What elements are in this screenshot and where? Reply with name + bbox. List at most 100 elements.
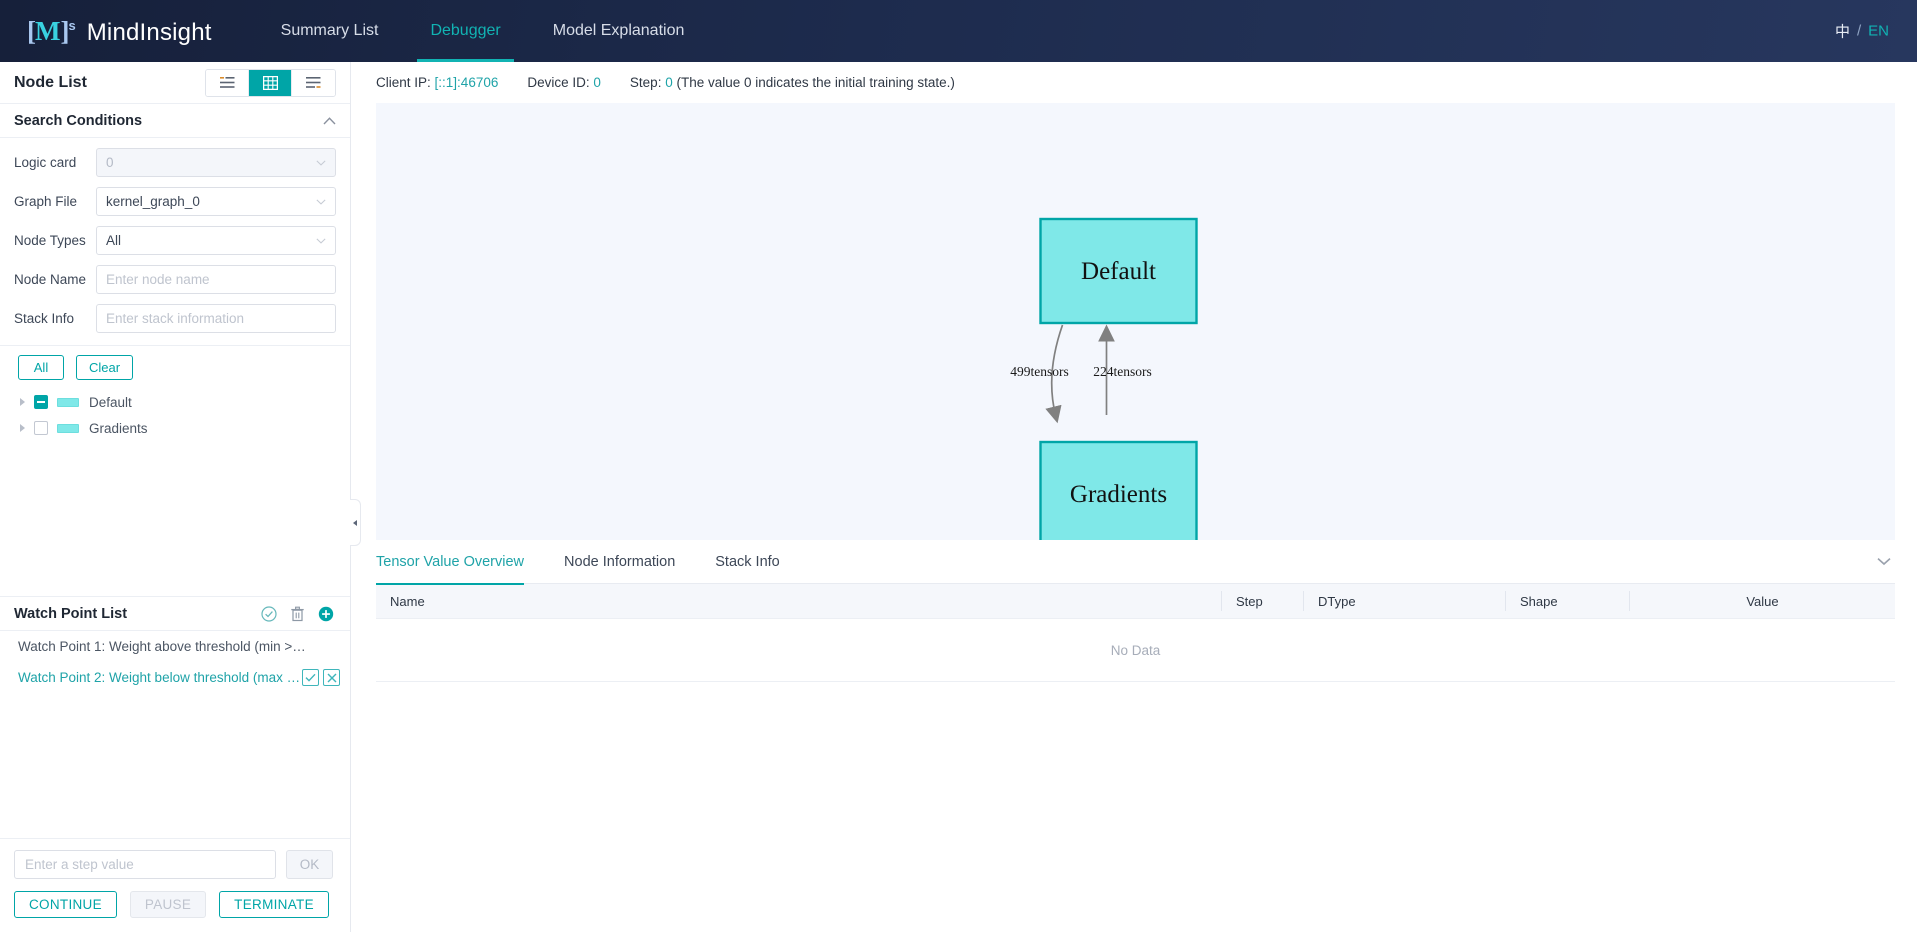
column-header-name[interactable]: Name (376, 591, 1221, 611)
tree-item-label: Gradients (89, 421, 148, 436)
field-row-node-name: Node Name Enter node name (14, 265, 336, 294)
chevron-up-icon[interactable] (323, 117, 336, 125)
graph-node-default-label: Default (1081, 258, 1156, 285)
chevron-down-icon[interactable] (1877, 553, 1891, 571)
tab-stack-info[interactable]: Stack Info (715, 540, 779, 584)
column-header-shape[interactable]: Shape (1505, 591, 1629, 611)
node-name-field[interactable]: Enter node name (96, 265, 336, 294)
field-row-logic-card: Logic card 0 (14, 148, 336, 177)
empty-state-text: No Data (1111, 643, 1161, 658)
watch-point-label: Watch Point 2: Weight below threshold (m… (18, 670, 300, 685)
tree-checkbox-default[interactable] (34, 395, 48, 409)
list-right-icon-button[interactable] (292, 70, 335, 96)
main-panel: Client IP: [::1]:46706 Device ID: 0 Step… (351, 62, 1917, 932)
graph-file-value: kernel_graph_0 (106, 194, 316, 209)
trash-icon[interactable] (290, 606, 305, 622)
language-option-zh[interactable]: 中 (1835, 21, 1850, 42)
clear-button[interactable]: Clear (76, 355, 133, 380)
logic-card-value: 0 (106, 155, 316, 170)
chevron-down-icon (316, 236, 326, 246)
field-label-node-name: Node Name (14, 272, 96, 287)
session-info-bar: Client IP: [::1]:46706 Device ID: 0 Step… (351, 62, 1917, 103)
sidebar-collapse-handle[interactable] (350, 499, 361, 546)
language-separator: / (1857, 23, 1861, 40)
column-header-step[interactable]: Step (1221, 591, 1303, 611)
select-all-button[interactable]: All (18, 355, 64, 380)
watch-point-list-title: Watch Point List (14, 606, 127, 622)
tab-tensor-value-overview[interactable]: Tensor Value Overview (376, 540, 524, 584)
field-label-logic-card: Logic card (14, 155, 96, 170)
column-header-dtype[interactable]: DType (1303, 591, 1505, 611)
nav-tab-debugger[interactable]: Debugger (411, 0, 519, 62)
edge-label-499tensors: 499tensors (1010, 364, 1069, 379)
node-list-header: Node List (0, 62, 350, 104)
pause-button[interactable]: PAUSE (130, 891, 206, 918)
node-types-select[interactable]: All (96, 226, 336, 255)
edge-label-224tensors: 224tensors (1093, 364, 1152, 379)
tensor-table-body: No Data (376, 619, 1895, 682)
nav-tabs: Summary List Debugger Model Explanation (262, 0, 718, 62)
step-value-input[interactable] (14, 850, 276, 879)
left-sidebar: Node List (0, 62, 351, 932)
confirm-watch-point-button[interactable] (302, 669, 319, 686)
debug-control-buttons: CONTINUE PAUSE TERMINATE (14, 891, 336, 918)
list-left-icon (220, 76, 235, 89)
step-note: (The value 0 indicates the initial train… (677, 75, 955, 90)
search-conditions-form: Logic card 0 Graph File kernel_graph_0 (0, 138, 350, 343)
step-value: 0 (665, 75, 673, 90)
list-right-icon (306, 76, 321, 89)
watch-point-item-1[interactable]: Watch Point 1: Weight above threshold (m… (0, 631, 350, 662)
check-circle-icon[interactable] (261, 606, 277, 622)
plus-circle-icon[interactable] (318, 606, 334, 622)
tree-checkbox-gradients[interactable] (34, 421, 48, 435)
watch-point-label: Watch Point 1: Weight above threshold (m… (18, 639, 306, 654)
stack-info-field[interactable]: Enter stack information (96, 304, 336, 333)
app-title: MindInsight (87, 19, 212, 47)
view-mode-toggle-group (205, 69, 336, 97)
field-row-graph-file: Graph File kernel_graph_0 (14, 187, 336, 216)
nav-tab-model-explanation[interactable]: Model Explanation (534, 0, 704, 62)
search-conditions-header[interactable]: Search Conditions (0, 104, 350, 138)
page-body: Node List (0, 62, 1917, 932)
watch-point-list: Watch Point 1: Weight above threshold (m… (0, 631, 350, 838)
close-icon (327, 673, 337, 683)
step-info: Step: 0 (The value 0 indicates the initi… (630, 75, 955, 90)
logo-bracket-close: ] (60, 16, 68, 47)
node-color-chip (57, 398, 79, 407)
search-conditions-title: Search Conditions (14, 113, 142, 129)
column-header-value[interactable]: Value (1629, 591, 1895, 611)
graph-node-gradients-label: Gradients (1070, 481, 1167, 508)
tree-item-gradients[interactable]: Gradients (20, 415, 350, 441)
nav-tab-summary-list[interactable]: Summary List (262, 0, 398, 62)
detail-tab-bar: Tensor Value Overview Node Information S… (376, 540, 1895, 584)
client-ip-value: [::1]:46706 (435, 75, 499, 90)
triangle-right-icon[interactable] (20, 398, 25, 406)
ok-button[interactable]: OK (286, 850, 333, 879)
app-logo[interactable]: [ M ] s MindInsight (27, 16, 212, 47)
tab-node-information[interactable]: Node Information (564, 540, 675, 584)
list-left-icon-button[interactable] (206, 70, 249, 96)
tree-item-default[interactable]: Default (20, 389, 350, 415)
graph-file-select[interactable]: kernel_graph_0 (96, 187, 336, 216)
logo-superscript: s (68, 18, 75, 33)
watch-point-item-2[interactable]: Watch Point 2: Weight below threshold (m… (0, 662, 350, 693)
step-control-bar: OK CONTINUE PAUSE TERMINATE (0, 838, 350, 932)
graph-canvas[interactable]: Default Gradients 499tensors 224tensors (376, 103, 1895, 540)
language-option-en[interactable]: EN (1868, 23, 1889, 40)
cancel-watch-point-button[interactable] (323, 669, 340, 686)
watch-point-row-buttons (302, 669, 340, 686)
node-color-chip (57, 424, 79, 433)
logo-letter-m: M (35, 16, 60, 47)
grid-icon-button[interactable] (249, 70, 292, 96)
logic-card-select[interactable]: 0 (96, 148, 336, 177)
terminate-button[interactable]: TERMINATE (219, 891, 329, 918)
node-list-title: Node List (14, 74, 87, 92)
tensor-table-header: Name Step DType Shape Value (376, 584, 1895, 619)
node-types-value: All (106, 233, 316, 248)
step-input-row: OK (14, 850, 336, 879)
node-tree: Default Gradients (0, 386, 350, 596)
triangle-right-icon[interactable] (20, 424, 25, 432)
continue-button[interactable]: CONTINUE (14, 891, 117, 918)
device-id-label: Device ID: (527, 75, 589, 90)
step-label: Step: (630, 75, 662, 90)
